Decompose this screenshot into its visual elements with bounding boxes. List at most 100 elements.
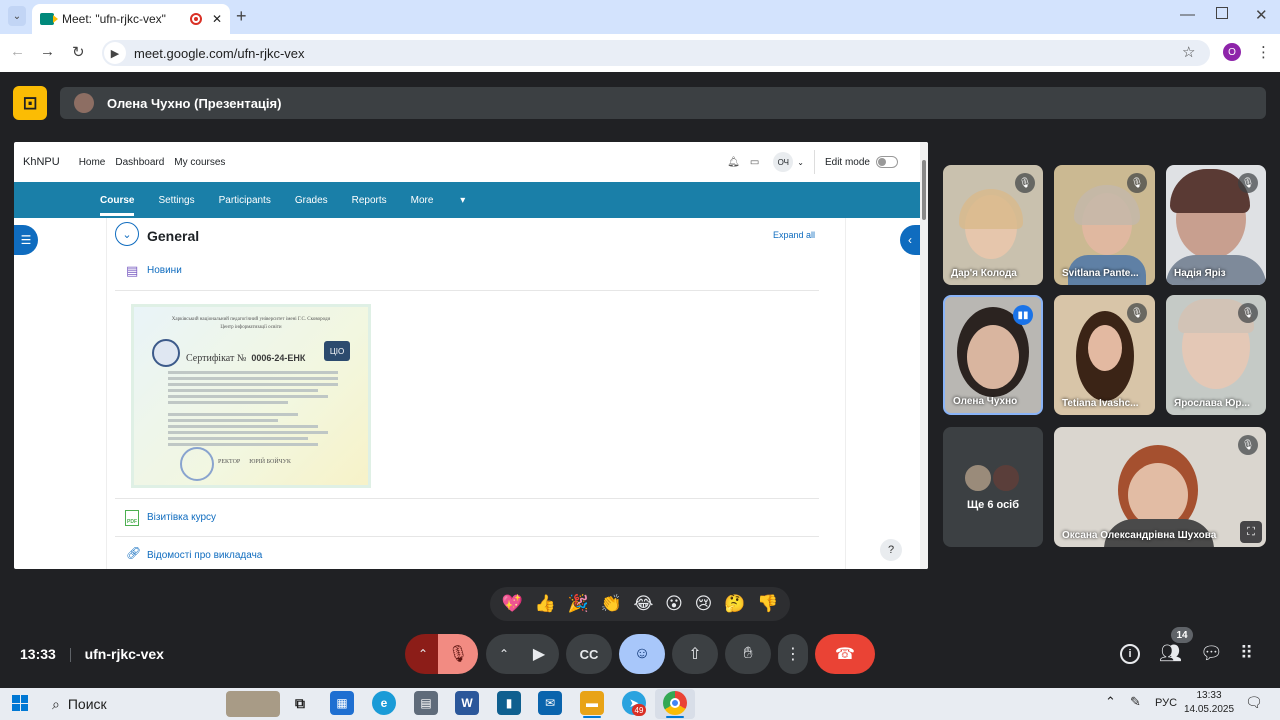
bell-icon[interactable]: 🔔︎ (727, 157, 740, 168)
word-icon[interactable]: W (455, 691, 479, 715)
language-indicator[interactable]: РУС (1155, 697, 1177, 709)
calculator-icon[interactable]: ▤ (414, 691, 438, 715)
leave-call-button[interactable]: ☎︎ (815, 634, 875, 674)
forum-link[interactable]: Новини (147, 265, 182, 276)
reaction-thumbs-up[interactable]: 👍 (535, 594, 556, 614)
back-button[interactable]: ← (10, 43, 25, 60)
cert-stamp-icon (180, 447, 214, 481)
collapse-section-icon[interactable]: ⌄ (115, 222, 139, 246)
certificate-image[interactable]: Харківський національний педагогічний ун… (131, 304, 371, 488)
user-menu[interactable]: ОЧ (773, 152, 794, 172)
reaction-surprised[interactable]: 😮 (665, 594, 683, 614)
edge-icon[interactable]: e (372, 691, 396, 715)
mail-icon[interactable]: ✉ (538, 691, 562, 715)
minimize-button[interactable]: — (1180, 6, 1195, 23)
store-icon[interactable]: ▦ (330, 691, 354, 715)
cert-text-line (168, 395, 328, 398)
more-options-button[interactable]: ⋮ (778, 634, 808, 674)
site-info-icon[interactable]: ▶ (104, 42, 126, 64)
tab-settings[interactable]: Settings (158, 195, 194, 206)
participant-tile-speaking[interactable]: ▮▮ Олена Чухно (943, 295, 1043, 415)
tab-more[interactable]: More ▾ (411, 195, 466, 206)
search-highlight-image (226, 691, 280, 717)
activities-icon[interactable]: ⠿ (1240, 643, 1253, 664)
dark-app-icon[interactable]: ▮ (497, 691, 521, 715)
tab-participants[interactable]: Participants (219, 195, 271, 206)
video-options-button[interactable]: ⌃ (486, 634, 522, 674)
tray-chevron-icon[interactable]: ⌃ (1105, 694, 1116, 710)
clock[interactable]: 13:33 14.05.2025 (1182, 689, 1236, 717)
file-explorer-icon[interactable]: ▬ (580, 691, 604, 715)
people-icon[interactable]: 👥︎ (1159, 643, 1182, 664)
pen-icon[interactable]: ✎ (1130, 694, 1141, 710)
participant-tile[interactable]: 🎙︎ Дар'я Колода (943, 165, 1043, 285)
divider (115, 290, 819, 291)
browser-menu-icon[interactable]: ⋮ (1256, 43, 1271, 61)
tab-grades[interactable]: Grades (295, 195, 328, 206)
chat-icon[interactable]: 💬︎ (1200, 643, 1223, 664)
meeting-details-icon[interactable]: i (1120, 644, 1140, 664)
edit-mode-toggle[interactable] (876, 156, 898, 168)
mic-off-icon: 🎙︎ (1238, 303, 1258, 323)
participant-name: Ярослава Юр... (1174, 398, 1250, 409)
moodle-top-nav: KhNPU Home Dashboard My courses 🔔︎ ▭ ОЧ … (14, 142, 920, 182)
emoji-button[interactable]: ☺ (619, 634, 665, 674)
chevron-down-icon[interactable]: ⌄ (797, 158, 804, 167)
course-card-link[interactable]: Візитівка курсу (147, 512, 216, 523)
close-window-button[interactable]: ✕ (1255, 6, 1268, 24)
pin-icon[interactable]: ⛶ (1240, 521, 1262, 543)
new-tab-button[interactable]: + (236, 6, 247, 27)
message-icon[interactable]: ▭ (750, 157, 759, 168)
course-index-toggle[interactable]: ☰ (14, 225, 38, 255)
presenter-bar[interactable]: Олена Чухно (Презентація) (60, 87, 1266, 119)
participant-tile[interactable]: 🎙︎ Svitlana Pante... (1054, 165, 1155, 285)
reaction-thumbs-down[interactable]: 👎 (757, 594, 778, 614)
active-indicator (666, 716, 684, 718)
tab-close-icon[interactable]: ✕ (212, 12, 222, 26)
omnibox[interactable]: ▶ meet.google.com/ufn-rjkc-vex (102, 40, 1210, 66)
reaction-party[interactable]: 🎉 (568, 594, 589, 614)
reload-button[interactable]: ↻ (72, 43, 85, 61)
start-icon[interactable] (12, 695, 28, 711)
notifications-icon[interactable]: 🗨︎ (1245, 694, 1263, 711)
reaction-heart[interactable]: 💖 (502, 594, 523, 614)
tab-search-button[interactable]: ⌄ (8, 6, 26, 26)
participant-tile[interactable]: 🎙︎ Tetiana Ivashc... (1054, 295, 1155, 415)
audio-options-button[interactable]: ⌃ (405, 634, 441, 674)
browser-tab[interactable]: Meet: "ufn-rjkc-vex" ✕ (32, 4, 230, 34)
search-placeholder: Поиск (67, 696, 107, 712)
tab-course[interactable]: Course (100, 185, 135, 216)
expand-all-link[interactable]: Expand all (773, 230, 815, 240)
more-participants-tile[interactable]: Ще 6 осіб (943, 427, 1043, 547)
participant-tile[interactable]: 🎙︎ ⛶ Оксана Олександрівна Шухова (1054, 427, 1266, 547)
taskbar-search[interactable]: ⌕ Поиск (40, 690, 280, 718)
divider (115, 536, 819, 537)
profile-avatar[interactable]: O (1223, 43, 1241, 61)
present-button[interactable]: ⇧ (672, 634, 718, 674)
drawer-toggle[interactable]: ‹ (900, 225, 920, 255)
bookmark-star-icon[interactable]: ☆ (1182, 43, 1195, 61)
maximize-button[interactable] (1216, 7, 1228, 19)
mic-toggle-button[interactable]: 🎙︎ (438, 634, 478, 674)
divider (813, 150, 815, 174)
chrome-icon[interactable] (663, 691, 687, 715)
captions-button[interactable]: CC (566, 634, 612, 674)
participant-tile[interactable]: 🎙︎ Надія Яріз (1166, 165, 1266, 285)
forward-button[interactable]: → (40, 43, 55, 60)
reaction-sad[interactable]: 😢 (695, 594, 713, 614)
nav-dashboard[interactable]: Dashboard (115, 157, 164, 168)
nav-my-courses[interactable]: My courses (174, 157, 225, 168)
participant-tile[interactable]: 🎙︎ Ярослава Юр... (1166, 295, 1266, 415)
reaction-clap[interactable]: 👏 (601, 594, 622, 614)
task-view-icon[interactable]: ⧉ (288, 691, 312, 715)
moodle-brand[interactable]: KhNPU (23, 156, 60, 168)
reaction-laugh[interactable]: 😂 (633, 594, 653, 614)
nav-home[interactable]: Home (79, 157, 106, 168)
help-button[interactable]: ? (880, 539, 902, 561)
reaction-thinking[interactable]: 🤔 (724, 594, 745, 614)
camera-toggle-button[interactable]: ▶ (519, 634, 559, 674)
teacher-info-link[interactable]: Відомості про викладача (147, 550, 262, 561)
tab-reports[interactable]: Reports (352, 195, 387, 206)
raise-hand-button[interactable]: ✋︎ (725, 634, 771, 674)
mic-off-icon: 🎙︎ (1127, 173, 1147, 193)
